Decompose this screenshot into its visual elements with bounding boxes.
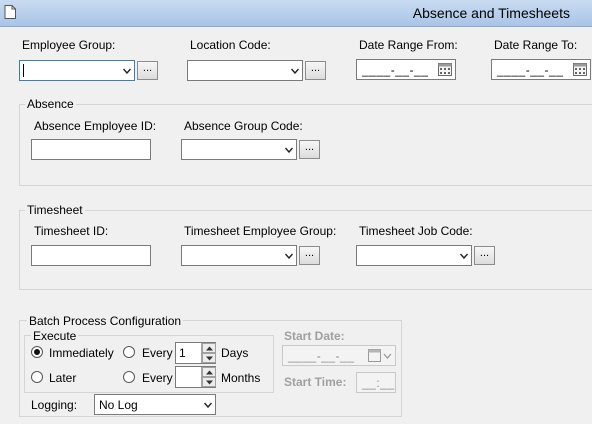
logging-label: Logging:	[31, 398, 78, 412]
chevron-down-icon	[291, 68, 299, 74]
absence-group-code-label: Absence Group Code:	[184, 119, 303, 133]
calendar-icon[interactable]	[438, 63, 452, 76]
start-time-label: Start Time:	[284, 375, 347, 389]
chevron-up-icon	[206, 370, 213, 375]
every-days-spinner[interactable]: 1	[175, 342, 216, 364]
date-range-to-label: Date Range To:	[494, 38, 578, 52]
window-title: Absence and Timesheets	[412, 5, 570, 21]
chevron-down-icon	[285, 253, 293, 259]
every-days-radio[interactable]	[123, 346, 135, 358]
title-bar: Absence and Timesheets	[0, 0, 592, 27]
timesheet-employee-group-browse-button[interactable]: ...	[299, 246, 320, 265]
date-range-from-label: Date Range From:	[359, 38, 458, 52]
date-range-to-field[interactable]: ____-__-__	[491, 59, 591, 80]
employee-group-label: Employee Group:	[22, 38, 116, 52]
absence-group-code-dropdown[interactable]	[181, 139, 297, 160]
timesheet-job-code-label: Timesheet Job Code:	[359, 224, 473, 238]
chevron-down-icon	[285, 147, 293, 153]
every-days-label: Every	[142, 346, 173, 360]
location-code-label: Location Code:	[190, 38, 271, 52]
date-range-from-field[interactable]: ____-__-__	[356, 59, 456, 80]
chevron-down-icon	[204, 402, 212, 408]
execute-group-title: Execute	[31, 329, 79, 343]
later-label: Later	[49, 371, 77, 385]
timesheet-id-label: Timesheet ID:	[34, 224, 109, 238]
calendar-dropdown-icon	[368, 349, 392, 362]
spin-down-button[interactable]	[202, 353, 216, 363]
chevron-down-icon	[206, 380, 213, 385]
start-date-label: Start Date:	[284, 329, 345, 343]
timesheet-employee-group-dropdown[interactable]	[181, 245, 297, 266]
immediately-radio[interactable]	[31, 346, 43, 358]
every-months-spinner[interactable]	[175, 366, 216, 388]
employee-group-dropdown[interactable]	[19, 60, 135, 81]
absence-group-title: Absence	[25, 97, 76, 111]
chevron-up-icon	[206, 346, 213, 351]
timesheet-group-title: Timesheet	[25, 203, 85, 217]
timesheet-job-code-browse-button[interactable]: ...	[474, 246, 495, 265]
timesheet-id-input[interactable]	[31, 245, 151, 266]
document-icon	[4, 5, 16, 19]
start-time-field[interactable]: __:__	[356, 372, 396, 393]
text-cursor	[23, 64, 24, 77]
absence-group-code-browse-button[interactable]: ...	[299, 140, 320, 159]
later-radio[interactable]	[31, 371, 43, 383]
absence-employee-id-label: Absence Employee ID:	[34, 119, 157, 133]
days-label: Days	[221, 346, 249, 360]
location-code-browse-button[interactable]: ...	[305, 61, 326, 80]
every-months-label: Every	[142, 371, 173, 385]
absence-employee-id-input[interactable]	[31, 139, 151, 160]
spin-up-button[interactable]	[202, 367, 216, 377]
chevron-down-icon	[460, 253, 468, 259]
calendar-icon[interactable]	[573, 63, 587, 76]
chevron-down-icon	[206, 356, 213, 361]
timesheet-employee-group-label: Timesheet Employee Group:	[184, 224, 337, 238]
location-code-dropdown[interactable]	[187, 60, 303, 81]
start-date-field[interactable]: ____-__-__	[282, 345, 396, 366]
spin-down-button[interactable]	[202, 377, 216, 387]
months-label: Months	[221, 371, 261, 385]
timesheet-job-code-dropdown[interactable]	[356, 245, 472, 266]
every-months-radio[interactable]	[123, 371, 135, 383]
employee-group-browse-button[interactable]: ...	[137, 61, 158, 80]
logging-dropdown[interactable]: No Log	[94, 394, 216, 415]
batch-process-title: Batch Process Configuration	[27, 314, 184, 328]
immediately-label: Immediately	[49, 346, 114, 360]
chevron-down-icon	[123, 68, 131, 74]
spin-up-button[interactable]	[202, 343, 216, 353]
